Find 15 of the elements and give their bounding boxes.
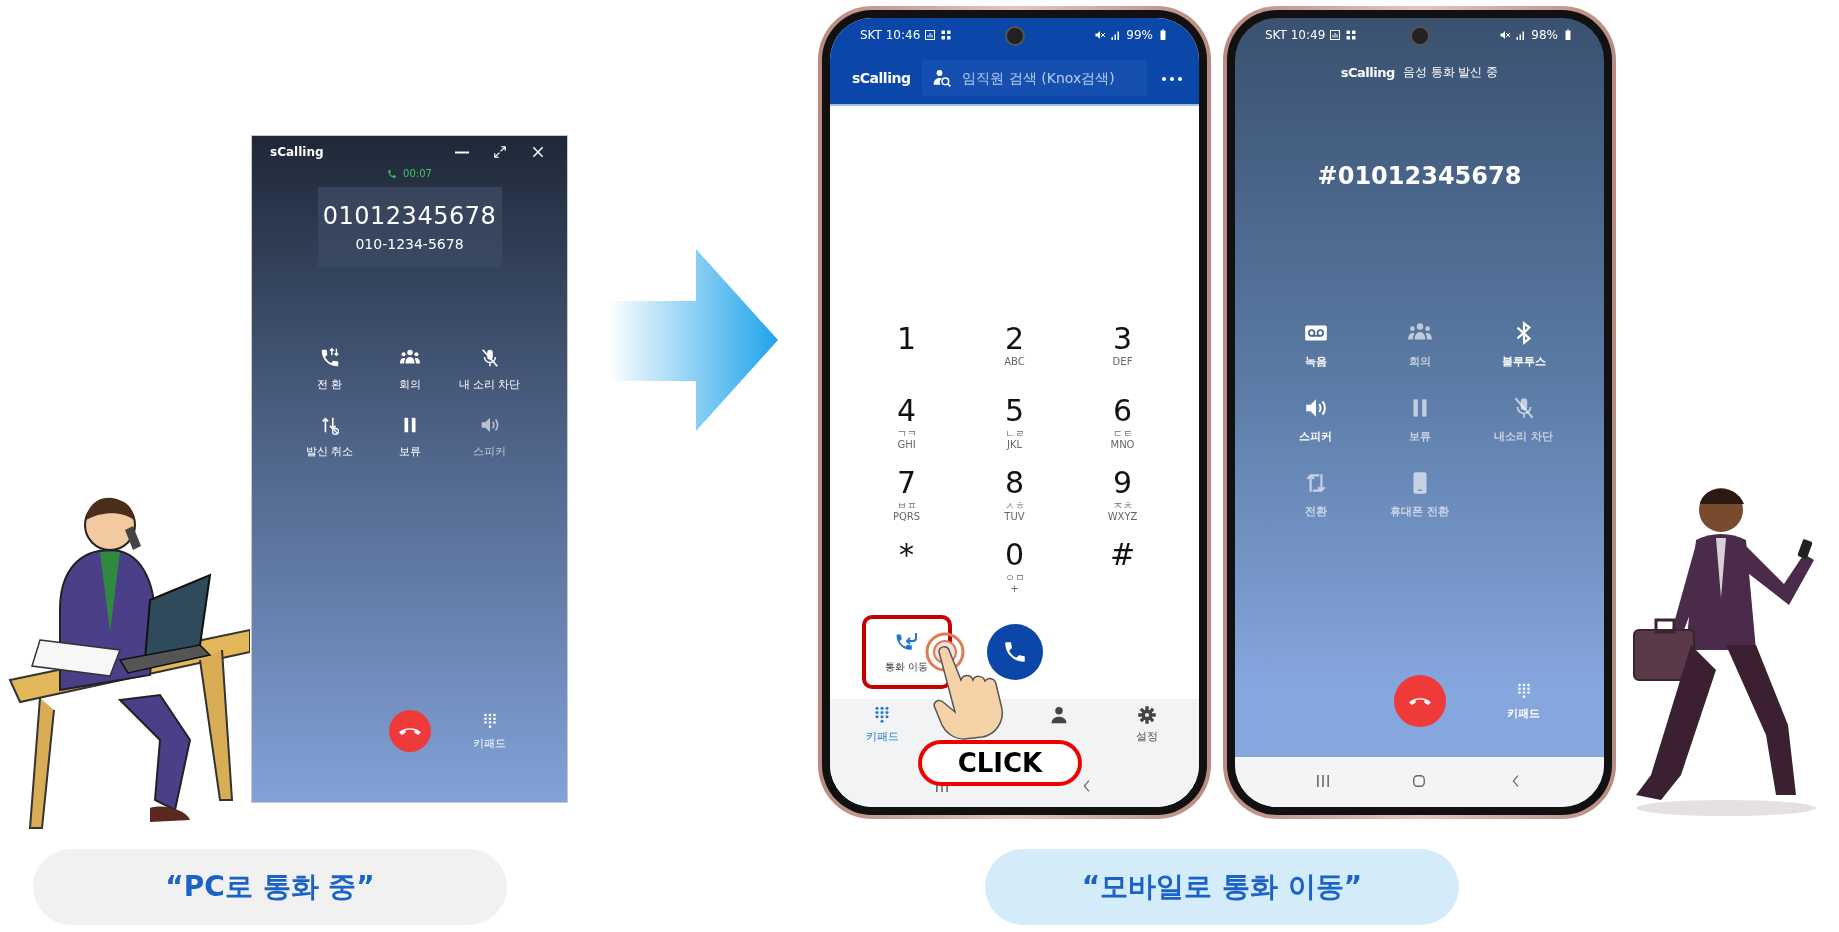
caption-label: “모바일로 통화 이동” bbox=[985, 849, 1459, 925]
app-logo: sCalling bbox=[852, 70, 911, 86]
formatted-number: 010-1234-5678 bbox=[355, 236, 464, 252]
battery-percent: 99% bbox=[1126, 28, 1153, 42]
app-logo: sCalling bbox=[1340, 64, 1395, 80]
caption-label: “PC로 통화 중” bbox=[33, 849, 507, 925]
status-time: SKT 10:46 bbox=[860, 28, 921, 42]
call-status: 음성 통화 발신 중 bbox=[1402, 63, 1499, 81]
phone-number: #01012345678 bbox=[1316, 162, 1523, 190]
status-time: SKT 10:49 bbox=[1265, 28, 1326, 42]
app-title: sCalling bbox=[270, 145, 325, 159]
click-tooltip: CLICK bbox=[918, 740, 1082, 786]
battery-percent: 98% bbox=[1531, 28, 1558, 42]
phone-number: 01012345678 bbox=[322, 202, 497, 230]
call-timer: 00:07 bbox=[403, 168, 432, 179]
